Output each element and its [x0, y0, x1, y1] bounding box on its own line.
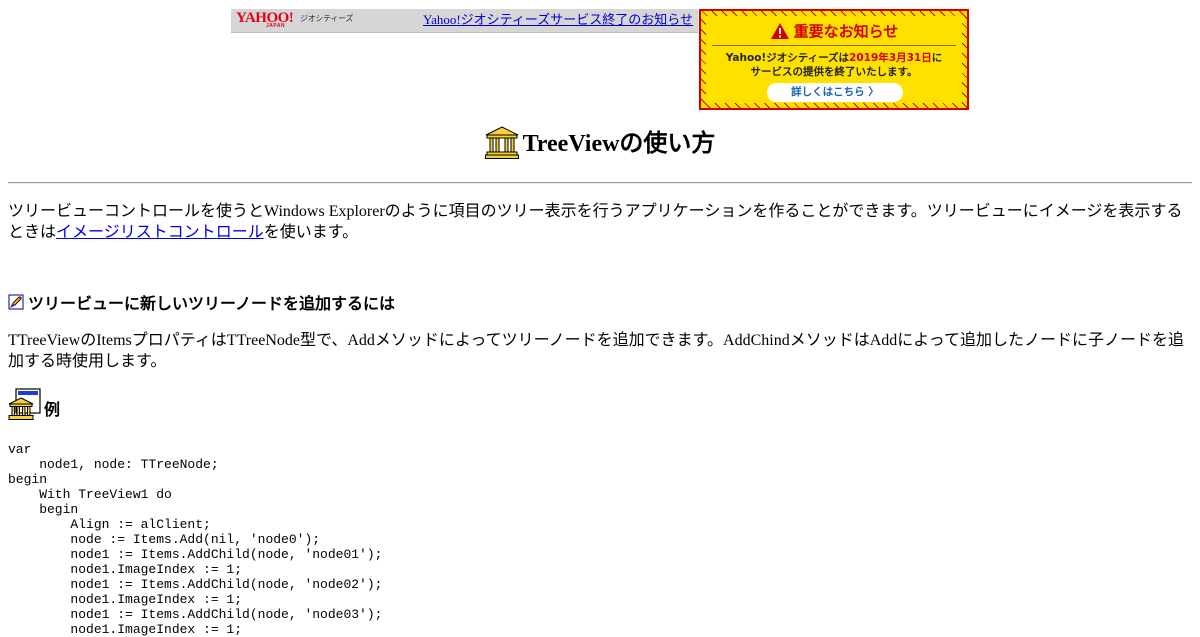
page-header: TreeViewの使い方 [0, 126, 1200, 159]
service-end-notice-banner[interactable]: 重要なお知らせ Yahoo!ジオシティーズは2019年3月31日に サービスの提… [699, 9, 969, 110]
service-end-notice-link[interactable]: Yahoo!ジオシティーズサービス終了のお知らせ [423, 12, 693, 28]
geocities-top-banner: YAHOO! JAPAN ジオシティーズ Yahoo!ジオシティーズサービス終了… [231, 9, 698, 33]
intro-paragraph: ツリービューコントロールを使うとWindows Explorerのように項目のツ… [8, 201, 1192, 243]
pencil-icon [8, 294, 24, 310]
logo-geocities-text: ジオシティーズ [300, 14, 354, 23]
yahoo-geocities-logo[interactable]: YAHOO! JAPAN ジオシティーズ [236, 11, 356, 30]
details-button-label: 詳しくはこちら [791, 86, 865, 98]
notice-inner: 重要なお知らせ Yahoo!ジオシティーズは2019年3月31日に サービスの提… [706, 16, 962, 103]
section-paragraph: TTreeViewのItemsプロパティはTTreeNode型で、Addメソッド… [8, 332, 1184, 370]
notice-end-date: 2019年3月31日 [849, 52, 932, 64]
example-heading: 例 [8, 388, 60, 421]
intro-text-post: を使います。 [263, 224, 359, 241]
section-heading: ツリービューに新しいツリーノードを追加するには [8, 290, 395, 316]
notice-line1-pre: Yahoo!ジオシティーズは [725, 52, 850, 64]
details-button[interactable]: 詳しくはこちら 〉 [767, 83, 903, 102]
warning-icon [770, 23, 789, 40]
notice-line2: サービスの提供を終了いたします。 [750, 66, 918, 78]
example-label: 例 [44, 402, 61, 419]
image-list-control-link[interactable]: イメージリストコントロール [56, 224, 264, 241]
notice-message: Yahoo!ジオシティーズは2019年3月31日に サービスの提供を終了いたしま… [706, 51, 962, 79]
section-title: ツリービューに新しいツリーノードを追加するには [28, 296, 396, 313]
notice-divider [712, 45, 956, 46]
notice-title: 重要なお知らせ [793, 22, 899, 41]
page-title: TreeViewの使い方 [522, 131, 716, 157]
horizontal-rule [8, 182, 1192, 184]
code-sample: var node1, node: TTreeNode; begin With T… [8, 442, 383, 637]
bank-building-icon [484, 126, 519, 159]
document-building-icon [8, 388, 41, 420]
chevron-right-icon: 〉 [868, 86, 879, 98]
notice-title-row: 重要なお知らせ [706, 21, 962, 41]
notice-line1-post: に [931, 52, 943, 64]
logo-japan-text: JAPAN [266, 23, 286, 29]
